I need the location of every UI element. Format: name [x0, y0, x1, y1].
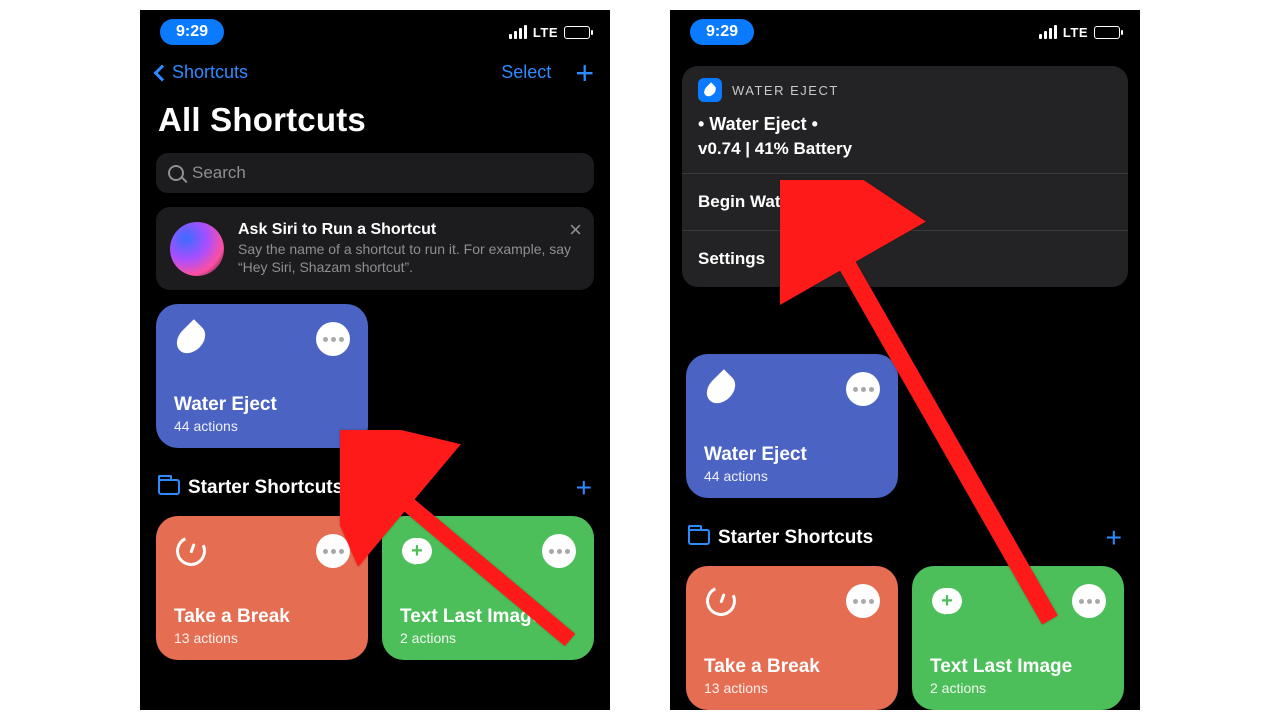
section-label: Starter Shortcuts: [718, 527, 873, 548]
section-add-button[interactable]: +: [576, 472, 592, 504]
shortcut-tile-take-a-break[interactable]: Take a Break 13 actions: [686, 566, 898, 710]
message-plus-icon: +: [400, 534, 434, 568]
search-placeholder: Search: [192, 163, 246, 183]
status-bar: 9:29 LTE: [140, 10, 610, 54]
status-right: LTE: [509, 25, 590, 40]
sheet-option-settings[interactable]: Settings: [682, 230, 1128, 287]
tile-subtitle: 44 actions: [704, 468, 880, 484]
siri-tip-title: Ask Siri to Run a Shortcut: [238, 221, 580, 239]
back-label: Shortcuts: [172, 62, 248, 83]
status-time: 9:29: [160, 19, 224, 45]
tile-name: Water Eject: [704, 444, 880, 466]
sheet-option-begin[interactable]: Begin Water Ejection: [682, 173, 1128, 230]
siri-icon: [170, 222, 224, 276]
status-time: 9:29: [690, 19, 754, 45]
network-label: LTE: [533, 25, 558, 40]
shortcut-tile-water-eject[interactable]: Water Eject 44 actions: [156, 304, 368, 448]
more-icon[interactable]: [316, 534, 350, 568]
signal-bars-icon: [509, 25, 527, 39]
tile-subtitle: 2 actions: [400, 630, 576, 646]
search-input[interactable]: Search: [156, 153, 594, 193]
tile-subtitle: 44 actions: [174, 418, 350, 434]
close-icon[interactable]: ×: [569, 217, 582, 243]
shortcut-tile-text-last-image[interactable]: + Text Last Image 2 actions: [912, 566, 1124, 710]
tile-subtitle: 13 actions: [704, 680, 880, 696]
tile-name: Text Last Image: [930, 656, 1106, 678]
more-icon[interactable]: [846, 584, 880, 618]
tile-name: Water Eject: [174, 394, 350, 416]
tile-name: Take a Break: [704, 656, 880, 678]
folder-icon: [688, 529, 710, 545]
sheet-title: • Water Eject •: [682, 106, 1128, 139]
nav-bar: Shortcuts Select +: [140, 54, 610, 91]
select-button[interactable]: Select: [501, 62, 551, 83]
tile-subtitle: 13 actions: [174, 630, 350, 646]
siri-tip-card[interactable]: Ask Siri to Run a Shortcut Say the name …: [156, 207, 594, 290]
section-header[interactable]: Starter Shortcuts +: [158, 472, 592, 504]
sheet-subtitle: v0.74 | 41% Battery: [682, 139, 1128, 173]
message-plus-icon: +: [930, 584, 964, 618]
page-title: All Shortcuts: [140, 91, 610, 153]
sheet-header: WATER EJECT: [682, 66, 1128, 106]
timer-icon: [174, 534, 208, 568]
sheet-app-icon: [698, 78, 722, 102]
siri-tip-body: Say the name of a shortcut to run it. Fo…: [238, 241, 580, 276]
sheet-app-name: WATER EJECT: [732, 83, 839, 98]
back-button[interactable]: Shortcuts: [156, 62, 248, 83]
tile-name: Text Last Image: [400, 606, 576, 628]
status-right: LTE: [1039, 25, 1120, 40]
more-icon[interactable]: [542, 534, 576, 568]
tile-name: Take a Break: [174, 606, 350, 628]
battery-icon: [564, 26, 590, 39]
status-bar: 9:29 LTE: [670, 10, 1140, 54]
search-icon: [168, 165, 184, 181]
more-icon[interactable]: [316, 322, 350, 356]
water-drop-icon: [704, 372, 738, 406]
timer-icon: [704, 584, 738, 618]
tile-subtitle: 2 actions: [930, 680, 1106, 696]
section-add-button[interactable]: +: [1106, 522, 1122, 554]
shortcut-tile-take-a-break[interactable]: Take a Break 13 actions: [156, 516, 368, 660]
folder-icon: [158, 479, 180, 495]
section-header[interactable]: Starter Shortcuts +: [688, 522, 1122, 554]
signal-bars-icon: [1039, 25, 1057, 39]
chevron-left-icon: [154, 64, 171, 81]
more-icon[interactable]: [1072, 584, 1106, 618]
phone-screenshot-2: 9:29 LTE Water Eject 44 actions Starter …: [670, 10, 1140, 710]
network-label: LTE: [1063, 25, 1088, 40]
water-drop-icon: [174, 322, 208, 356]
shortcut-tile-water-eject[interactable]: Water Eject 44 actions: [686, 354, 898, 498]
section-label: Starter Shortcuts: [188, 477, 343, 498]
action-sheet: WATER EJECT • Water Eject • v0.74 | 41% …: [682, 66, 1128, 287]
battery-icon: [1094, 26, 1120, 39]
shortcut-tile-text-last-image[interactable]: + Text Last Image 2 actions: [382, 516, 594, 660]
phone-screenshot-1: 9:29 LTE Shortcuts Select + All Shortcut…: [140, 10, 610, 710]
more-icon[interactable]: [846, 372, 880, 406]
